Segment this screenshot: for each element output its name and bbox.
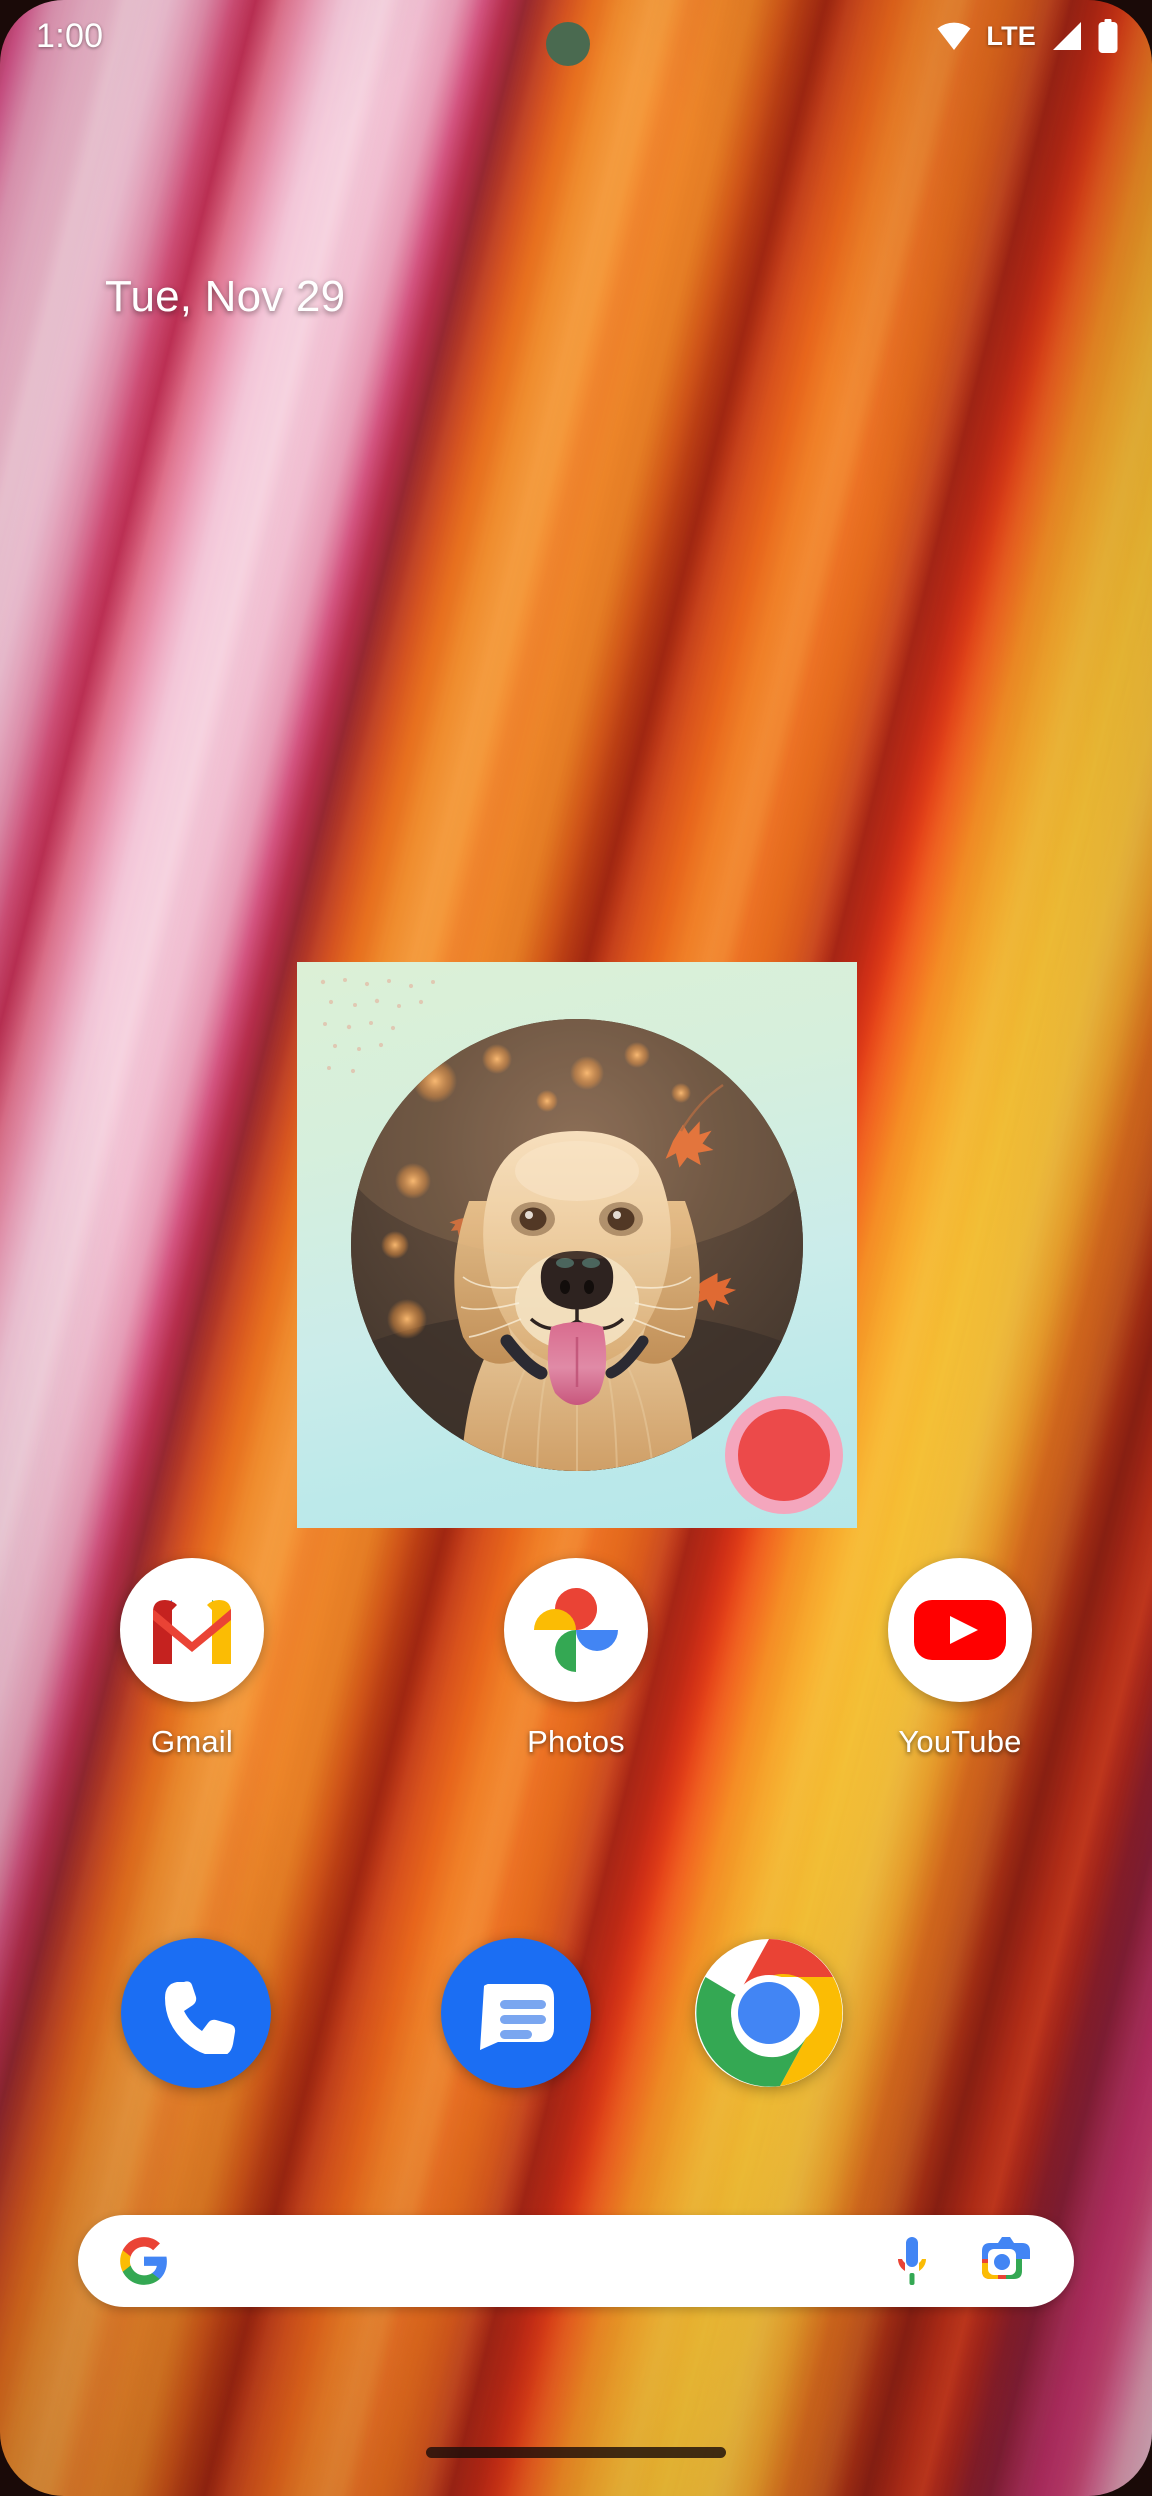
dock-item-chrome[interactable]	[676, 1938, 1116, 2088]
messages-bubble-glyph	[479, 1984, 554, 2050]
network-type-label: LTE	[986, 20, 1036, 51]
google-search-bar[interactable]	[78, 2215, 1074, 2307]
battery-icon	[1098, 19, 1118, 53]
microphone-icon[interactable]	[892, 2233, 932, 2289]
messages-icon[interactable]	[440, 1938, 591, 2088]
chrome-logo-glyph	[694, 1939, 843, 2087]
google-g-icon	[120, 2237, 167, 2285]
app-label-gmail: Gmail	[151, 1724, 233, 1759]
camera-punch-hole	[546, 22, 590, 66]
gmail-envelope-glyph	[153, 1600, 231, 1664]
status-bar-clock: 1:00	[36, 16, 104, 55]
app-gmail[interactable]: Gmail	[0, 1558, 384, 1760]
app-label-youtube: YouTube	[898, 1724, 1022, 1759]
phone-handset-glyph	[164, 1981, 236, 2054]
phone-icon[interactable]	[120, 1938, 271, 2088]
youtube-play-glyph	[914, 1600, 1006, 1660]
chrome-icon[interactable]	[694, 1938, 844, 2088]
gmail-icon[interactable]	[120, 1558, 264, 1702]
app-grid-row: Gmail Photos YouTube	[0, 1558, 1152, 1760]
app-photos[interactable]: Photos	[384, 1558, 768, 1760]
dock-item-messages[interactable]	[356, 1938, 676, 2088]
dock-item-phone[interactable]	[36, 1938, 356, 2088]
photo-frame-widget[interactable]	[297, 962, 857, 1528]
dog-photo-illustration	[351, 1019, 803, 1471]
youtube-icon[interactable]	[888, 1558, 1032, 1702]
home-gesture-pill[interactable]	[426, 2447, 726, 2458]
google-photos-icon[interactable]	[504, 1558, 648, 1702]
date-widget[interactable]: Tue, Nov 29	[105, 272, 345, 322]
signal-icon	[1053, 22, 1081, 50]
search-bar-actions	[892, 2233, 1030, 2289]
photos-pinwheel-glyph	[534, 1588, 618, 1672]
home-screen: 1:00 LTE Tue, Nov 29 Gmail Photos YouTub…	[0, 0, 1152, 2496]
widget-accent-dot	[725, 1396, 843, 1514]
app-label-photos: Photos	[527, 1724, 625, 1759]
google-lens-camera-icon[interactable]	[974, 2233, 1030, 2289]
app-youtube[interactable]: YouTube	[768, 1558, 1152, 1760]
widget-photo	[351, 1019, 803, 1471]
widget-accent-dot-inner	[738, 1409, 830, 1501]
status-bar-indicators: LTE	[936, 19, 1118, 53]
dock	[0, 1938, 1152, 2088]
wifi-icon	[937, 22, 971, 50]
